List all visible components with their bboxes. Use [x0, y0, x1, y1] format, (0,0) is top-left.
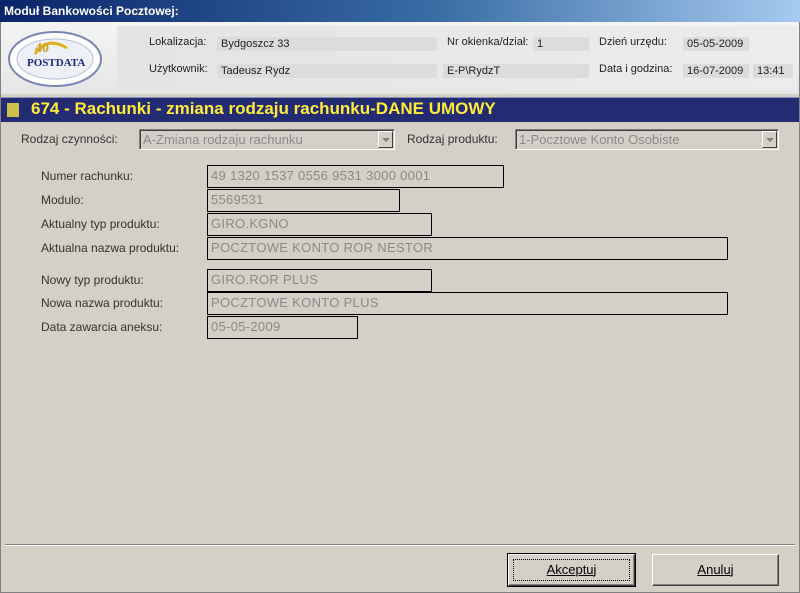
current-type-field[interactable]: GIRO.KGNO [207, 213, 432, 236]
window-title-bar: Moduł Bankowości Pocztowej: [0, 0, 800, 22]
login-value: E-P\RydzT [443, 64, 589, 78]
window-number-value: 1 [533, 37, 589, 51]
location-value: Bydgoszcz 33 [217, 37, 437, 51]
current-type-value: GIRO.KGNO [211, 216, 289, 231]
new-type-value: GIRO.ROR PLUS [211, 272, 319, 287]
new-type-label: Nowy typ produktu: [41, 273, 144, 287]
logo-text: POSTDATA [27, 57, 85, 69]
user-label: Użytkownik: [149, 63, 208, 75]
current-name-value: POCZTOWE KONTO ROR NESTOR [211, 240, 434, 255]
new-name-value: POCZTOWE KONTO PLUS [211, 295, 379, 310]
modulo-field[interactable]: 5569531 [207, 189, 400, 212]
annex-date-value: 05-05-2009 [211, 319, 281, 334]
svg-text:40: 40 [35, 41, 49, 56]
window-number-label: Nr okienka/dział: [447, 36, 529, 48]
account-number-value: 49 1320 1537 0556 9531 3000 0001 [211, 168, 431, 183]
date-value: 16-07-2009 [683, 64, 749, 78]
action-type-label: Rodzaj czynności: [21, 132, 118, 146]
current-type-label: Aktualny typ produktu: [41, 217, 160, 231]
accept-button-label: Akceptuj [546, 562, 597, 577]
annex-date-field[interactable]: 05-05-2009 [207, 316, 358, 339]
modulo-label: Modulo: [41, 193, 84, 207]
banner-marker [7, 103, 19, 117]
current-name-field[interactable]: POCZTOWE KONTO ROR NESTOR [207, 237, 728, 260]
new-name-field[interactable]: POCZTOWE KONTO PLUS [207, 292, 728, 315]
product-type-select[interactable]: 1-Pocztowe Konto Osobiste [515, 129, 779, 150]
cancel-button[interactable]: Anuluj [652, 554, 779, 586]
office-day-value: 05-05-2009 [683, 37, 749, 51]
annex-date-label: Data zawarcia aneksu: [41, 320, 163, 334]
datetime-label: Data i godzina: [599, 63, 673, 75]
current-name-label: Aktualna nazwa produktu: [41, 241, 180, 255]
postdata-logo: 40 POSTDATA [8, 31, 102, 87]
chevron-down-icon[interactable] [762, 131, 777, 148]
window-title: Moduł Bankowości Pocztowej: [4, 4, 179, 18]
cancel-button-label: Anuluj [697, 562, 734, 577]
time-value: 13:41 [753, 64, 793, 78]
action-type-select[interactable]: A-Zmiana rodzaju rachunku [139, 129, 395, 150]
location-label: Lokalizacja: [149, 36, 207, 48]
new-name-label: Nowa nazwa produktu: [41, 296, 164, 310]
product-type-label: Rodzaj produktu: [407, 132, 498, 146]
new-type-field[interactable]: GIRO.ROR PLUS [207, 269, 432, 292]
user-value: Tadeusz Rydz [217, 64, 437, 78]
footer-divider [5, 544, 795, 546]
chevron-down-icon[interactable] [378, 131, 393, 148]
modulo-value: 5569531 [211, 192, 264, 207]
session-info: Lokalizacja: Bydgoszcz 33 Użytkownik: Ta… [117, 26, 797, 90]
office-day-label: Dzień urzędu: [599, 36, 667, 48]
product-type-value: 1-Pocztowe Konto Osobiste [519, 132, 680, 147]
main-window: 40 POSTDATA Lokalizacja: Bydgoszcz 33 Uż… [0, 22, 800, 593]
account-number-field[interactable]: 49 1320 1537 0556 9531 3000 0001 [207, 165, 504, 188]
transaction-banner: 674 - Rachunki - zmiana rodzaju rachunku… [1, 97, 799, 122]
accept-button[interactable]: Akceptuj [507, 553, 636, 587]
account-number-label: Numer rachunku: [41, 169, 134, 183]
action-type-value: A-Zmiana rodzaju rachunku [143, 132, 303, 147]
header-panel: 40 POSTDATA Lokalizacja: Bydgoszcz 33 Uż… [1, 22, 799, 94]
transaction-title: 674 - Rachunki - zmiana rodzaju rachunku… [31, 99, 496, 118]
